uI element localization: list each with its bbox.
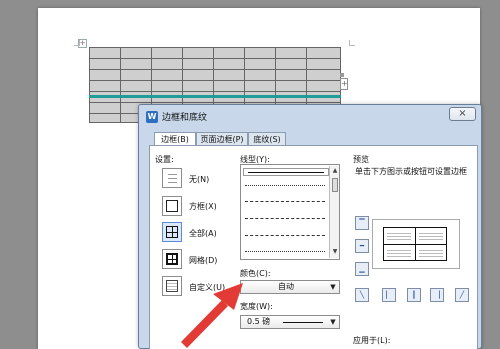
- dialog-app-icon: W: [146, 111, 158, 123]
- width-value: 0.5 磅: [247, 317, 271, 326]
- middle-horizontal-border-icon: ━: [359, 242, 365, 250]
- top-border-icon: ▔: [359, 219, 365, 227]
- line-style-selected[interactable]: [243, 168, 329, 176]
- tab-label: 边框(B): [161, 135, 189, 144]
- table-resize-handle[interactable]: [340, 73, 344, 77]
- preview-text-lines: [419, 248, 443, 258]
- diagonal-down-icon: ╲: [359, 291, 365, 299]
- bottom-border-icon: ▁: [359, 265, 365, 273]
- width-label: 宽度(W):: [240, 302, 273, 311]
- table-rule: [89, 69, 341, 70]
- diagonal-down-border-button[interactable]: ╲: [355, 288, 369, 302]
- scroll-thumb[interactable]: [332, 178, 338, 192]
- selected-row-border: [89, 95, 341, 98]
- red-annotation-arrow-shaft: [181, 300, 228, 348]
- preview-text-lines: [387, 231, 411, 241]
- chevron-down-icon[interactable]: ▼: [327, 316, 339, 328]
- table-rule: [120, 47, 121, 123]
- preview-label: 预览: [353, 155, 369, 164]
- close-icon: ×: [458, 108, 467, 119]
- page-corner-marker: [74, 40, 80, 46]
- setting-box-label[interactable]: 方框(X): [189, 201, 217, 212]
- tab-label: 底纹(S): [253, 135, 281, 144]
- middle-vertical-border-button[interactable]: ┃: [407, 288, 421, 302]
- setting-grid-label[interactable]: 网格(D): [189, 255, 217, 266]
- middle-horizontal-border-button[interactable]: ━: [355, 239, 369, 253]
- table-rule: [89, 80, 341, 81]
- left-border-icon: ▏: [386, 291, 392, 299]
- middle-vertical-border-icon: ┃: [411, 291, 417, 299]
- add-column-button[interactable]: +: [340, 78, 348, 90]
- preview-text-lines: [387, 248, 411, 258]
- page-corner-marker: [349, 40, 355, 46]
- close-button[interactable]: ×: [449, 107, 476, 121]
- preview-text-lines: [419, 231, 443, 241]
- color-dropdown[interactable]: 自动 ▼: [240, 280, 340, 294]
- tab-shading[interactable]: 底纹(S): [248, 132, 286, 145]
- width-dropdown[interactable]: 0.5 磅 ▼: [240, 315, 340, 329]
- dialog-title: 边框和底纹: [162, 113, 208, 123]
- preview-box[interactable]: [372, 219, 460, 269]
- setting-none-icon[interactable]: [162, 168, 182, 188]
- right-border-button[interactable]: ▕: [430, 288, 444, 302]
- top-border-button[interactable]: ▔: [355, 216, 369, 230]
- apply-to-label: 应用于(L):: [353, 336, 391, 345]
- setting-none-label[interactable]: 无(N): [189, 174, 209, 185]
- chevron-down-icon[interactable]: ▼: [327, 281, 339, 293]
- line-style-option[interactable]: [245, 235, 325, 236]
- setting-all-icon[interactable]: [162, 222, 182, 242]
- table-rule: [89, 47, 90, 123]
- tab-label: 页面边框(P): [200, 135, 244, 144]
- table-rule: [89, 58, 341, 59]
- scroll-down-icon[interactable]: ▼: [331, 248, 339, 256]
- scroll-up-icon[interactable]: ▲: [331, 167, 339, 175]
- table-rule: [89, 47, 341, 48]
- table-rule: [89, 102, 341, 103]
- setting-box-icon[interactable]: [162, 196, 182, 216]
- line-style-option[interactable]: [245, 185, 325, 186]
- preview-horizontal-line: [383, 244, 447, 245]
- line-style-option[interactable]: [245, 218, 325, 219]
- tab-page-borders[interactable]: 页面边框(P): [196, 132, 248, 145]
- line-style-option[interactable]: [245, 251, 325, 252]
- right-border-icon: ▕: [434, 291, 440, 299]
- line-style-option[interactable]: [245, 201, 325, 202]
- color-value: 自动: [278, 282, 294, 291]
- bottom-border-button[interactable]: ▁: [355, 262, 369, 276]
- line-style-list[interactable]: [240, 164, 340, 260]
- diagonal-up-border-button[interactable]: ╱: [455, 288, 469, 302]
- setting-all-label[interactable]: 全部(A): [189, 228, 217, 239]
- diagonal-up-icon: ╱: [459, 291, 465, 299]
- setting-grid-icon[interactable]: [162, 249, 182, 269]
- left-border-button[interactable]: ▏: [382, 288, 396, 302]
- preview-hint: 单击下方图示或按钮可设置边框: [355, 167, 467, 176]
- line-style-scrollbar[interactable]: ▲ ▼: [329, 166, 339, 258]
- table-rule: [89, 91, 341, 92]
- color-label: 颜色(C):: [240, 269, 271, 278]
- red-annotation-arrow: [181, 283, 243, 348]
- width-line-sample: [283, 322, 323, 323]
- settings-label: 设置:: [155, 155, 174, 164]
